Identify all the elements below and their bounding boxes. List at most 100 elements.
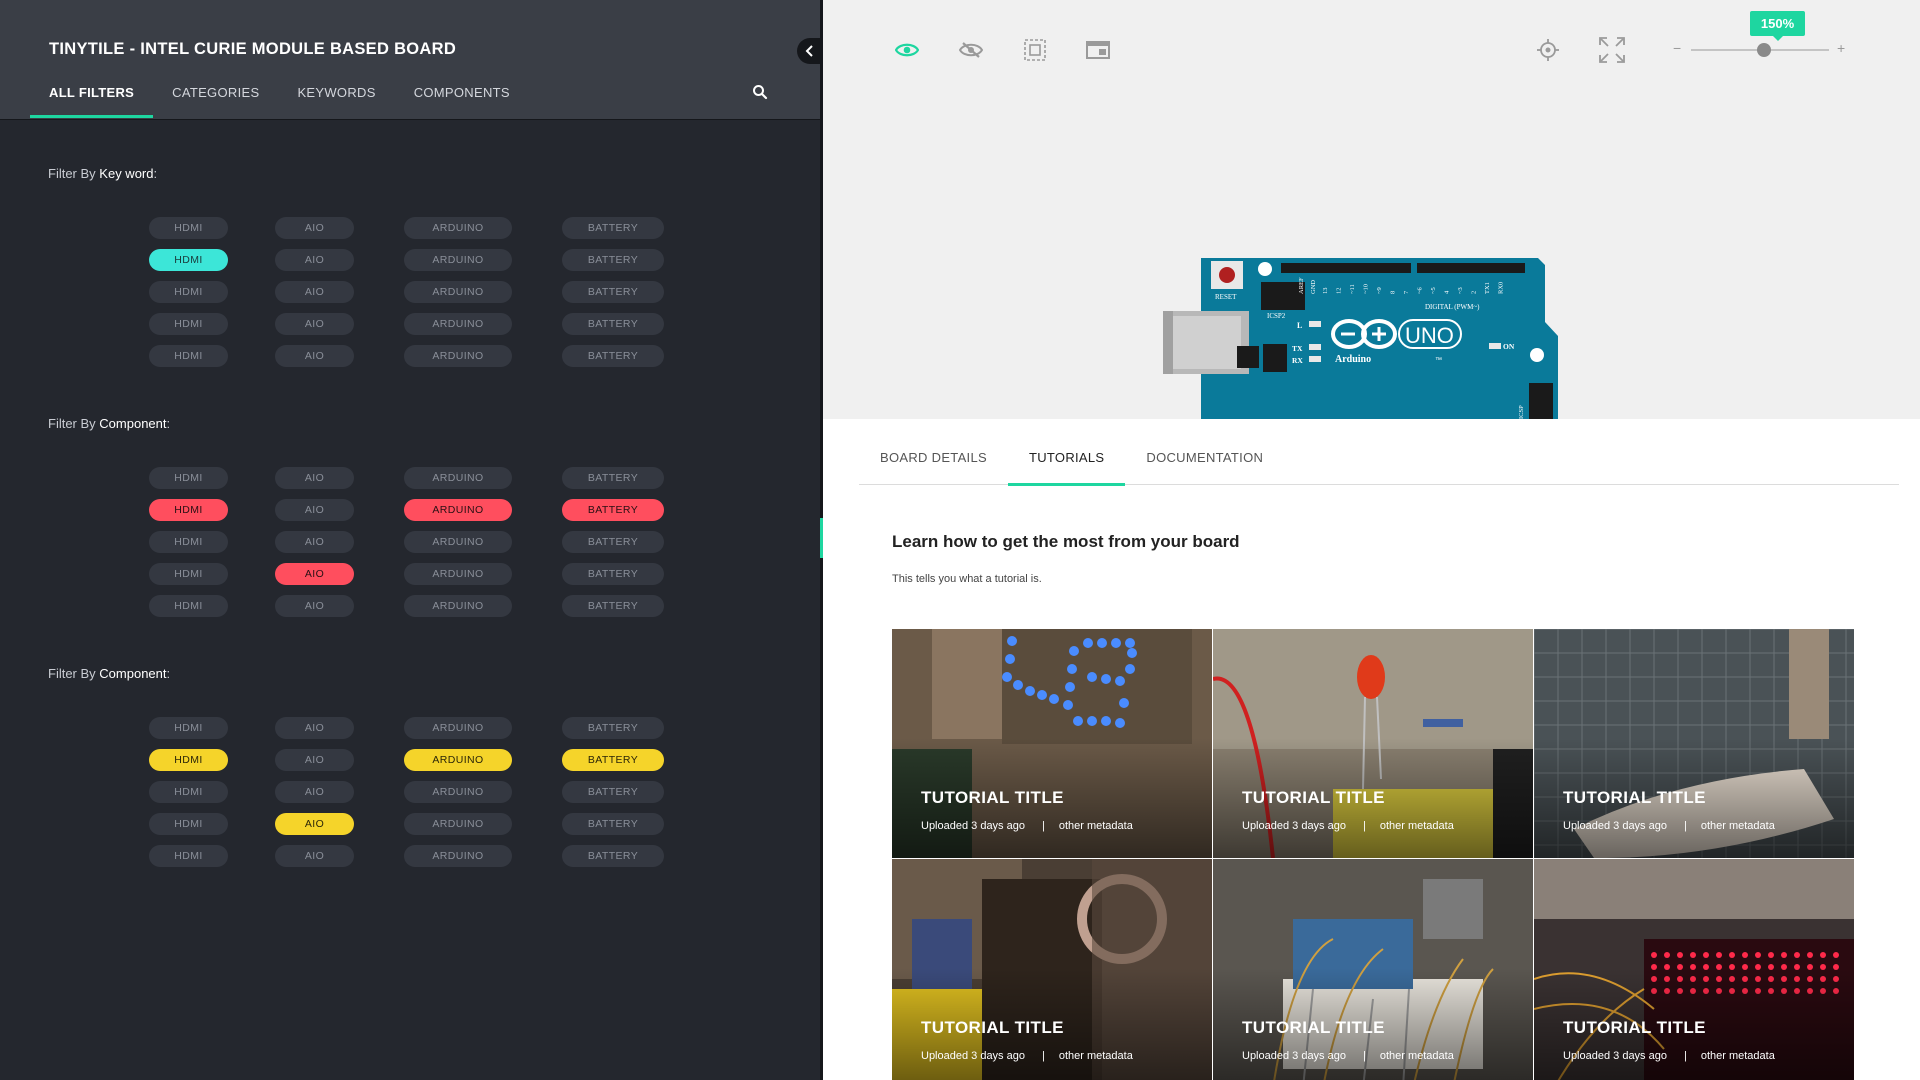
zoom-slider-thumb[interactable] [1757,43,1772,57]
tutorial-card[interactable]: TUTORIAL TITLE Uploaded 3 days ago | other … [1534,629,1854,858]
filter-chip-arduino[interactable]: ARDUINO [404,345,512,367]
filter-chip-battery[interactable]: BATTERY [562,717,664,739]
meta-separator: | [1362,820,1366,832]
filter-chip-aio[interactable]: AIO [275,595,354,617]
filter-chip-arduino[interactable]: ARDUINO [404,813,512,835]
pin-label: 2 [1471,291,1478,294]
filter-panel-header: TINYTILE - INTEL CURIE MODULE BASED BOAR… [0,0,823,120]
tab-board-details[interactable]: BOARD DETAILS [859,419,1008,485]
arduino-uno-board[interactable]: RESET ICSP2 AREF GND DIGITAL (PWM~) L TX… [1163,258,1573,419]
fullscreen-icon[interactable] [1598,36,1626,64]
filter-chip-arduino[interactable]: ARDUINO [404,563,512,585]
filter-chip-arduino[interactable]: ARDUINO [404,717,512,739]
filter-chip-battery[interactable]: BATTERY [562,781,664,803]
tab-all-filters[interactable]: ALL FILTERS [30,84,154,118]
filter-chip-aio[interactable]: AIO [275,845,354,867]
search-icon[interactable] [752,84,772,104]
tutorial-card[interactable]: TUTORIAL TITLE Uploaded 3 days ago | other … [892,629,1212,858]
filter-chip-arduino[interactable]: ARDUINO [404,249,512,271]
filter-chip-hdmi[interactable]: HDMI [149,717,228,739]
filter-chip-arduino[interactable]: ARDUINO [404,313,512,335]
tutorial-other-metadata: other metadata [1058,1050,1133,1062]
filter-chip-arduino[interactable]: ARDUINO [404,781,512,803]
filter-chip-battery[interactable]: BATTERY [562,249,664,271]
filter-chip-battery[interactable]: BATTERY [562,563,664,585]
filter-chip-battery[interactable]: BATTERY [562,813,664,835]
filter-chip-hdmi[interactable]: HDMI [149,499,228,521]
filter-chip-aio[interactable]: AIO [275,499,354,521]
filter-chip-hdmi[interactable]: HDMI [149,281,228,303]
tab-components[interactable]: COMPONENTS [395,84,529,118]
filter-chip-arduino[interactable]: ARDUINO [404,281,512,303]
tab-keywords[interactable]: KEYWORDS [278,84,394,118]
filter-chip-battery[interactable]: BATTERY [562,595,664,617]
filter-chip-arduino[interactable]: ARDUINO [404,595,512,617]
crosshair-icon[interactable] [1534,36,1562,64]
select-frame-icon[interactable] [1021,36,1049,64]
pin-label: 12 [1336,288,1343,295]
filter-chip-hdmi[interactable]: HDMI [149,249,228,271]
tutorial-card[interactable]: TUTORIAL TITLE Uploaded 3 days ago | other … [1213,629,1533,858]
eye-off-icon[interactable] [957,36,985,64]
filter-chip-hdmi[interactable]: HDMI [149,531,228,553]
filter-chip-hdmi[interactable]: HDMI [149,845,228,867]
filter-chip-hdmi[interactable]: HDMI [149,217,228,239]
filter-chip-arduino[interactable]: ARDUINO [404,467,512,489]
filter-chip-aio[interactable]: AIO [275,313,354,335]
filter-chip-hdmi[interactable]: HDMI [149,313,228,335]
filter-label-suffix: : [166,666,171,681]
tutorial-title: TUTORIAL TITLE [1563,788,1706,807]
filter-chip-aio[interactable]: AIO [275,217,354,239]
filter-label-prefix: Filter By [48,666,100,681]
filter-chip-aio[interactable]: AIO [275,749,354,771]
filter-chip-hdmi[interactable]: HDMI [149,467,228,489]
board-canvas[interactable]: 150% − + RESET ICSP2 AREF GND DIGITAL (P… [823,0,1920,423]
tutorial-title: TUTORIAL TITLE [1242,788,1385,807]
filter-chip-arduino[interactable]: ARDUINO [404,217,512,239]
filter-chip-arduino[interactable]: ARDUINO [404,499,512,521]
tutorial-meta: Uploaded 3 days ago | other metadata [921,1050,1133,1062]
filter-chip-aio[interactable]: AIO [275,531,354,553]
filter-chip-aio[interactable]: AIO [275,345,354,367]
filter-chip-battery[interactable]: BATTERY [562,749,664,771]
zoom-in-button[interactable]: + [1837,40,1845,56]
filter-chip-aio[interactable]: AIO [275,281,354,303]
filter-chip-aio[interactable]: AIO [275,467,354,489]
filter-chip-arduino[interactable]: ARDUINO [404,845,512,867]
filter-chip-battery[interactable]: BATTERY [562,467,664,489]
window-icon[interactable] [1084,36,1112,64]
arduino-brand-label: Arduino [1335,354,1371,365]
tutorial-card[interactable]: TUTORIAL TITLE Uploaded 3 days ago | other … [892,859,1212,1080]
filter-chip-hdmi[interactable]: HDMI [149,781,228,803]
filter-chip-hdmi[interactable]: HDMI [149,749,228,771]
tab-tutorials[interactable]: TUTORIALS [1007,419,1126,486]
tab-categories[interactable]: CATEGORIES [153,84,278,118]
filter-chip-battery[interactable]: BATTERY [562,531,664,553]
filter-chip-battery[interactable]: BATTERY [562,281,664,303]
filter-chip-battery[interactable]: BATTERY [562,499,664,521]
filter-chip-battery[interactable]: BATTERY [562,217,664,239]
filter-chip-battery[interactable]: BATTERY [562,345,664,367]
filter-group-label: Filter By Component: [48,666,170,681]
tab-documentation[interactable]: DOCUMENTATION [1125,419,1284,485]
filter-chip-arduino[interactable]: ARDUINO [404,749,512,771]
tutorial-meta: Uploaded 3 days ago | other metadata [1563,820,1775,832]
zoom-out-button[interactable]: − [1673,40,1681,56]
filter-chip-hdmi[interactable]: HDMI [149,813,228,835]
filter-chip-hdmi[interactable]: HDMI [149,345,228,367]
reset-label: RESET [1215,293,1237,301]
tutorial-card[interactable]: TUTORIAL TITLE Uploaded 3 days ago | other … [1534,859,1854,1080]
filter-chip-hdmi[interactable]: HDMI [149,595,228,617]
filter-chip-aio[interactable]: AIO [275,781,354,803]
filter-chip-aio[interactable]: AIO [275,249,354,271]
filter-chip-arduino[interactable]: ARDUINO [404,531,512,553]
filter-chip-aio[interactable]: AIO [275,563,354,585]
tutorial-card[interactable]: TUTORIAL TITLE Uploaded 3 days ago | other … [1213,859,1533,1080]
filter-group-label: Filter By Component: [48,416,170,431]
filter-chip-battery[interactable]: BATTERY [562,313,664,335]
filter-chip-battery[interactable]: BATTERY [562,845,664,867]
filter-chip-hdmi[interactable]: HDMI [149,563,228,585]
filter-chip-aio[interactable]: AIO [275,813,354,835]
filter-chip-aio[interactable]: AIO [275,717,354,739]
eye-icon[interactable] [893,36,921,64]
